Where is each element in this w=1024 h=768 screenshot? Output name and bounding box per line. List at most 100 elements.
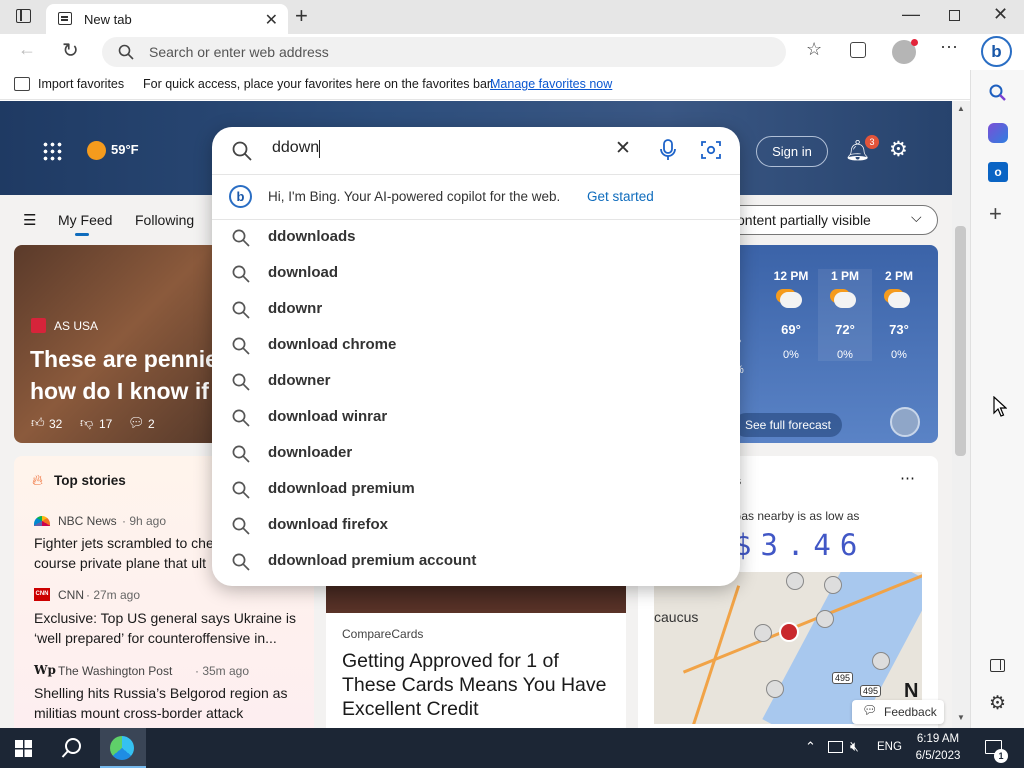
back-arrow-icon[interactable]: ←	[18, 39, 36, 60]
minimize-button[interactable]: —	[902, 4, 920, 25]
title-bar: New tab ✕ + — ✕	[0, 0, 1024, 34]
forecast-precip: 0%	[783, 349, 799, 361]
forecast-temp: 69°	[781, 322, 801, 337]
suggestion-item[interactable]: downloader	[212, 436, 740, 472]
profile-avatar[interactable]	[892, 39, 918, 64]
gas-card-more-icon[interactable]: ⋯	[900, 469, 915, 487]
show-hidden-icons-icon[interactable]: ⌃	[805, 739, 816, 755]
gas-station-icon[interactable]	[824, 576, 842, 594]
restore-button[interactable]	[949, 10, 960, 21]
dislike-icon[interactable]: 👎︎	[80, 415, 93, 431]
sidebar-add-icon[interactable]: +	[989, 201, 1002, 227]
new-tab-page-icon	[58, 12, 72, 25]
sidebar-settings-icon[interactable]: ⚙	[989, 692, 1006, 715]
gas-card-subtitle: Gas nearby is as low as	[732, 509, 860, 523]
notification-count: 3	[869, 137, 875, 147]
microphone-icon[interactable]	[659, 139, 677, 161]
more-menu-icon[interactable]: ⋯	[940, 37, 958, 58]
gas-station-pin-icon[interactable]	[779, 622, 799, 642]
search-icon	[232, 409, 250, 427]
hero-headline: These are pennie how do I know if	[30, 346, 218, 404]
bing-copilot-row[interactable]: b Hi, I'm Bing. Your AI-powered copilot …	[212, 175, 740, 219]
bing-copilot-text: Hi, I'm Bing. Your AI-powered copilot fo…	[268, 189, 561, 204]
import-favorites-button[interactable]: Import favorites	[38, 77, 124, 91]
search-input[interactable]: ddown	[272, 139, 602, 163]
story-source: NBC News	[58, 514, 117, 528]
suggestion-item[interactable]: ddownload premium account	[212, 544, 740, 580]
story-headline[interactable]: Fighter jets scrambled to che course pri…	[34, 533, 214, 573]
language-indicator[interactable]: ENG	[877, 741, 902, 753]
search-icon	[118, 44, 134, 60]
scroll-up-arrow-icon[interactable]: ▲	[957, 104, 965, 113]
weather-temperature[interactable]: 59°F	[111, 142, 139, 157]
gas-station-icon[interactable]	[786, 572, 804, 590]
volume-muted-icon[interactable]: 🔇︎	[850, 738, 859, 755]
gas-station-icon[interactable]	[816, 610, 834, 628]
tab-title: New tab	[84, 12, 132, 27]
clock[interactable]: 6:19 AM 6/5/2023	[908, 731, 968, 765]
suggestion-item[interactable]: download	[212, 256, 740, 292]
suggestion-item[interactable]: ddownr	[212, 292, 740, 328]
clear-search-icon[interactable]: ✕	[615, 137, 631, 160]
forecast-precip: 0%	[891, 349, 907, 361]
gas-station-icon[interactable]	[766, 680, 784, 698]
suggestion-item[interactable]: download chrome	[212, 328, 740, 364]
forecast-time: 12 PM	[773, 269, 809, 283]
collections-icon[interactable]	[850, 42, 866, 58]
manage-favorites-link[interactable]: Manage favorites now	[490, 77, 612, 91]
close-tab-icon[interactable]: ✕	[265, 10, 278, 30]
action-center-count: 1	[998, 751, 1004, 761]
gas-station-icon[interactable]	[872, 652, 890, 670]
suggestion-item[interactable]: download winrar	[212, 400, 740, 436]
gas-station-icon[interactable]	[754, 624, 772, 642]
like-icon[interactable]: 👍︎	[31, 415, 45, 431]
partly-sunny-icon	[834, 292, 856, 308]
sidebar-search-icon[interactable]	[989, 84, 1007, 102]
see-full-forecast-button[interactable]: See full forecast	[734, 413, 842, 437]
hero-source: AS USA	[54, 319, 99, 333]
import-favorites-icon	[14, 77, 30, 91]
feedback-button[interactable]: 💬︎ Feedback	[852, 700, 944, 724]
get-started-link[interactable]: Get started	[587, 189, 654, 204]
app-launcher-icon[interactable]	[42, 141, 62, 161]
feed-menu-icon[interactable]: ☰	[23, 211, 36, 229]
sign-in-button[interactable]: Sign in	[756, 136, 828, 167]
story-headline[interactable]: Exclusive: Top US general says Ukraine i…	[34, 608, 296, 648]
notification-badge: 3	[865, 135, 879, 149]
visual-search-icon[interactable]	[701, 140, 721, 160]
scrollbar-thumb[interactable]	[955, 226, 966, 456]
search-icon	[232, 229, 250, 247]
outlook-icon[interactable]: o	[988, 162, 1008, 182]
page-settings-icon[interactable]: ⚙	[889, 137, 908, 162]
content-visibility-select[interactable]: ontent partially visible ⌵	[718, 205, 938, 235]
content-visibility-value: ontent partially visible	[737, 212, 871, 228]
suggestion-item[interactable]: ddowner	[212, 364, 740, 400]
favorites-icon[interactable]: ☆	[806, 39, 822, 60]
suggestion-item[interactable]: ddownloads	[212, 220, 740, 256]
taskbar-edge-button[interactable]	[100, 728, 146, 768]
windows-start-icon[interactable]	[15, 740, 32, 757]
network-icon[interactable]	[828, 741, 843, 753]
address-bar[interactable]: Search or enter web address	[102, 37, 786, 67]
suggestion-item[interactable]: download firefox	[212, 508, 740, 544]
new-tab-button[interactable]: +	[295, 3, 308, 29]
tab-new-tab[interactable]: New tab ✕	[46, 4, 288, 34]
washington-post-logo-icon: Wp	[34, 663, 56, 677]
forecast-precip: 0%	[837, 349, 853, 361]
sidebar-tools-icon[interactable]	[988, 123, 1008, 143]
hide-sidebar-icon[interactable]	[990, 659, 1005, 672]
suggestion-item[interactable]: ddownload premium	[212, 472, 740, 508]
weather-forecast-card[interactable]: ° % 12 PM 69° 0% 1 PM 72° 0% 2 PM 73° 0%…	[720, 245, 938, 443]
scroll-down-arrow-icon[interactable]: ▼	[957, 713, 965, 722]
tab-actions-icon[interactable]	[16, 9, 31, 23]
refresh-icon[interactable]: ↻	[62, 38, 79, 63]
map-road	[690, 585, 741, 724]
story-headline[interactable]: Shelling hits Russia’s Belgorod region a…	[34, 683, 287, 723]
weather-map-icon[interactable]	[890, 407, 920, 437]
tab-following[interactable]: Following	[135, 212, 194, 228]
bing-copilot-icon[interactable]: b	[981, 36, 1012, 67]
comment-icon[interactable]: 💬︎	[128, 415, 145, 431]
tab-my-feed[interactable]: My Feed	[58, 212, 112, 228]
close-window-button[interactable]: ✕	[993, 4, 1008, 25]
taskbar-search-icon[interactable]	[61, 737, 83, 759]
